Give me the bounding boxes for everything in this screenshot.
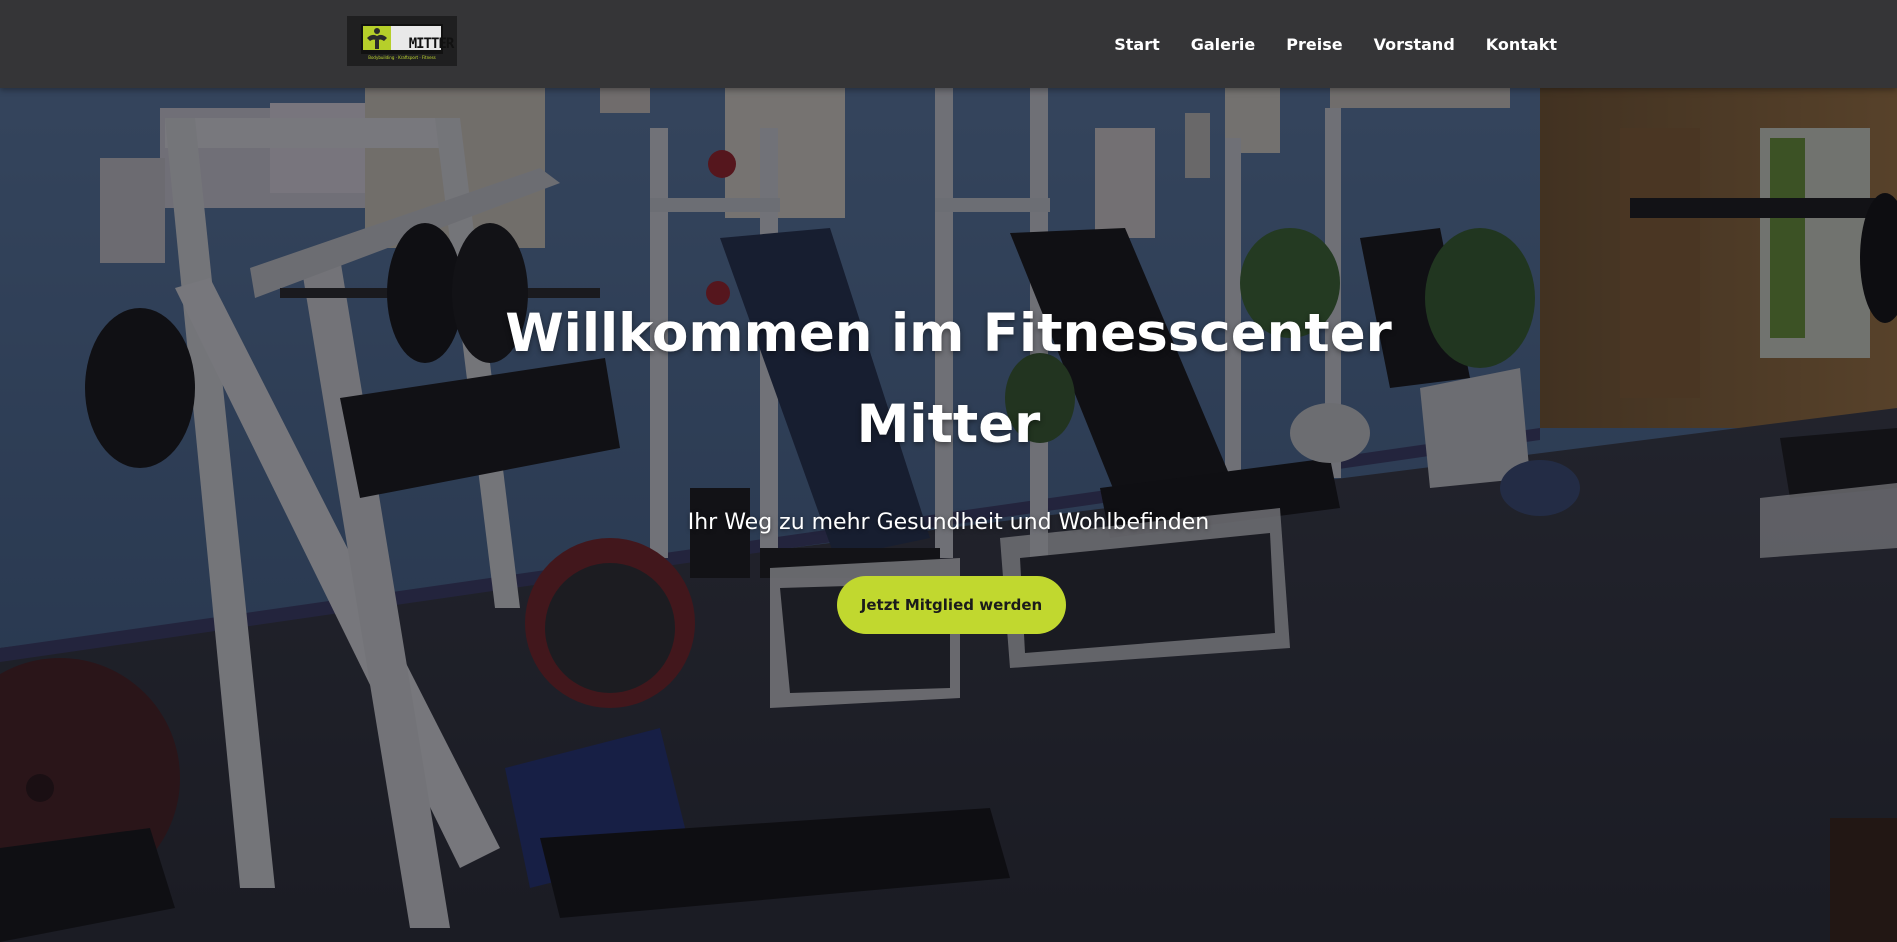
logo-tagline: Bodybuilding · Kraftsport · Fitness [368,55,436,60]
site-header: MITTER Bodybuilding · Kraftsport · Fitne… [0,0,1897,88]
main-nav: Start Galerie Preise Vorstand Kontakt [1083,0,1557,88]
nav-item-galerie[interactable]: Galerie [1191,35,1256,54]
hero-subtitle: Ihr Weg zu mehr Gesundheit und Wohlbefin… [687,510,1210,535]
hero-content: Willkommen im Fitnesscenter Mitter Ihr W… [0,88,1897,942]
logo-text: MITTER [408,36,455,52]
nav-item-vorstand[interactable]: Vorstand [1374,35,1455,54]
nav-item-kontakt[interactable]: Kontakt [1486,35,1557,54]
hero-title: Willkommen im Fitnesscenter Mitter [505,303,1392,455]
hero-section: Willkommen im Fitnesscenter Mitter Ihr W… [0,88,1897,942]
join-membership-button[interactable]: Jetzt Mitglied werden [837,576,1066,634]
nav-item-preise[interactable]: Preise [1286,35,1342,54]
nav-item-start[interactable]: Start [1114,35,1160,54]
site-logo[interactable]: MITTER Bodybuilding · Kraftsport · Fitne… [347,16,457,66]
